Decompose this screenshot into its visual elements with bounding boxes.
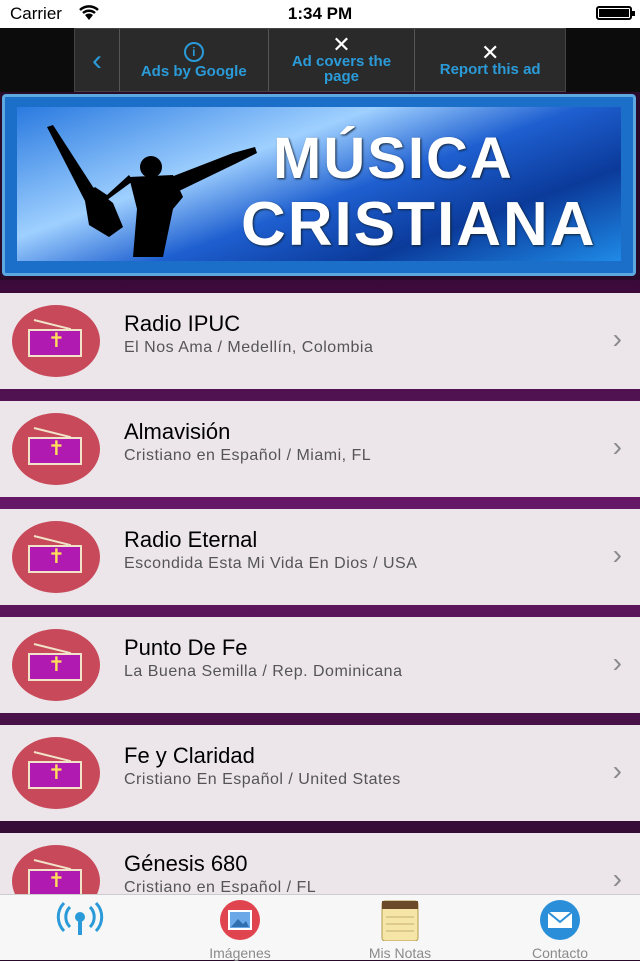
report-ad-button[interactable]: ✕ Report this ad bbox=[415, 29, 565, 91]
notepad-icon bbox=[381, 900, 419, 941]
station-name: Génesis 680 bbox=[124, 851, 248, 876]
radio-icon: ✝ bbox=[12, 737, 100, 809]
station-name: Almavisión bbox=[124, 419, 231, 444]
station-name: Punto De Fe bbox=[124, 635, 248, 660]
station-row[interactable]: ✝ Génesis 680 Cristiano en Español / FL … bbox=[0, 833, 640, 894]
radio-icon: ✝ bbox=[12, 305, 100, 377]
mail-icon bbox=[540, 900, 580, 940]
status-bar: Carrier 1:34 PM bbox=[0, 0, 640, 28]
tab-mis-notas[interactable]: Mis Notas bbox=[320, 895, 480, 961]
station-row[interactable]: ✝ Punto De Fe La Buena Semilla / Rep. Do… bbox=[0, 617, 640, 713]
ad-bar: ‹ i Ads by Google ✕ Ad covers the page ✕… bbox=[0, 28, 640, 92]
close-icon: ✕ bbox=[332, 32, 351, 57]
station-name: Radio Eternal bbox=[124, 527, 258, 552]
ad-back-button[interactable]: ‹ bbox=[75, 29, 120, 91]
header-banner: MÚSICA CRISTIANA bbox=[2, 94, 636, 276]
ads-by-google-button[interactable]: i Ads by Google bbox=[120, 29, 269, 91]
station-subtitle: La Buena Semilla / Rep. Dominicana bbox=[124, 663, 403, 680]
chevron-right-icon: › bbox=[612, 431, 622, 462]
station-subtitle: Escondida Esta Mi Vida En Dios / USA bbox=[124, 555, 418, 572]
info-icon: i bbox=[183, 41, 204, 62]
station-row[interactable]: ✝ Almavisión Cristiano en Español / Miam… bbox=[0, 401, 640, 497]
clock: 1:34 PM bbox=[287, 4, 353, 23]
banner-title-line2: CRISTIANA bbox=[241, 190, 597, 259]
station-name: Radio IPUC bbox=[124, 311, 241, 336]
radio-icon: ✝ bbox=[12, 629, 100, 701]
station-row[interactable]: ✝ Fe y Claridad Cristiano En Español / U… bbox=[0, 725, 640, 821]
tab-label: Imágenes bbox=[209, 945, 271, 961]
chevron-right-icon: › bbox=[612, 863, 622, 894]
station-subtitle: Cristiano en Español / FL bbox=[124, 879, 317, 894]
chevron-right-icon: › bbox=[612, 539, 622, 570]
chevron-right-icon: › bbox=[612, 647, 622, 678]
chevron-left-icon: ‹ bbox=[91, 43, 102, 77]
photos-icon bbox=[220, 900, 260, 940]
radio-broadcast-icon bbox=[56, 901, 104, 935]
ad-covers-page-button[interactable]: ✕ Ad covers the page bbox=[269, 29, 416, 91]
tab-label: Contacto bbox=[531, 945, 589, 961]
tab-label: Mis Notas bbox=[368, 945, 432, 961]
ads-by-google-label: Ads by Google bbox=[140, 62, 247, 80]
station-subtitle: Cristiano en Español / Miami, FL bbox=[124, 447, 372, 464]
station-subtitle: El Nos Ama / Medellín, Colombia bbox=[124, 339, 374, 356]
chevron-right-icon: › bbox=[612, 755, 622, 786]
close-icon: ✕ bbox=[480, 39, 500, 65]
station-subtitle: Cristiano En Español / United States bbox=[124, 771, 401, 788]
station-row[interactable]: ✝ Radio IPUC El Nos Ama / Medellín, Colo… bbox=[0, 293, 640, 389]
ad-panel: ‹ i Ads by Google ✕ Ad covers the page ✕… bbox=[74, 28, 566, 92]
banner-title-line1: MÚSICA bbox=[273, 126, 514, 191]
radio-icon: ✝ bbox=[12, 413, 100, 485]
tab-imagenes[interactable]: Imágenes bbox=[160, 895, 320, 961]
report-ad-label: Report this ad bbox=[439, 60, 541, 78]
radio-icon: ✝ bbox=[12, 845, 100, 894]
chevron-right-icon: › bbox=[612, 323, 622, 354]
station-name: Fe y Claridad bbox=[124, 743, 255, 768]
station-list[interactable]: ✝ Radio IPUC El Nos Ama / Medellín, Colo… bbox=[0, 280, 640, 894]
battery-icon bbox=[596, 6, 635, 20]
tab-bar: Imágenes Mis Notas Contacto bbox=[0, 894, 640, 961]
tab-contacto[interactable]: Contacto bbox=[480, 895, 640, 961]
station-row[interactable]: ✝ Radio Eternal Escondida Esta Mi Vida E… bbox=[0, 509, 640, 605]
ad-covers-page-label: Ad covers the page bbox=[291, 53, 392, 85]
tab-radio[interactable] bbox=[0, 895, 160, 961]
radio-icon: ✝ bbox=[12, 521, 100, 593]
